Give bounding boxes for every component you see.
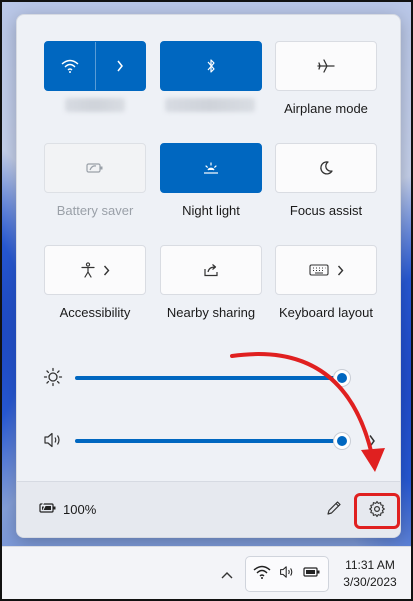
pencil-icon	[326, 500, 342, 521]
quick-settings-footer: 100%	[17, 481, 400, 537]
airplane-mode-label: Airplane mode	[284, 101, 368, 116]
clock-date: 3/30/2023	[343, 575, 397, 589]
wifi-icon	[253, 565, 271, 584]
keyboard-layout-label: Keyboard layout	[279, 305, 373, 320]
brightness-icon	[43, 367, 63, 392]
brightness-slider-track[interactable]	[75, 376, 343, 380]
nearby-sharing-label: Nearby sharing	[166, 305, 256, 320]
bluetooth-icon	[206, 58, 216, 74]
battery-saver-icon	[86, 162, 104, 174]
taskbar: 11:31 AM 3/30/2023	[0, 546, 413, 601]
audio-output-chevron-icon[interactable]	[368, 434, 376, 453]
clock-time: 11:31 AM	[345, 558, 395, 572]
wifi-toggle[interactable]	[45, 42, 95, 90]
edit-quick-settings-button[interactable]	[323, 499, 345, 521]
chevron-right-icon	[337, 265, 344, 276]
share-icon	[203, 263, 219, 277]
brightness-slider-thumb[interactable]	[333, 369, 351, 387]
focus-assist-label: Focus assist	[289, 203, 363, 218]
system-tray-quick-settings-button[interactable]	[245, 556, 329, 592]
night-light-icon	[202, 160, 220, 176]
wifi-label	[65, 98, 125, 112]
battery-status[interactable]: 100%	[39, 501, 97, 517]
quick-settings-panel: Airplane mode Battery saver Night light …	[16, 14, 401, 538]
wifi-networks-button[interactable]	[95, 42, 145, 90]
battery-saver-tile[interactable]	[44, 143, 146, 193]
chevron-right-icon	[116, 60, 124, 72]
quick-settings-tiles: Airplane mode Battery saver Night light …	[17, 15, 400, 481]
volume-slider-track[interactable]	[75, 439, 343, 443]
airplane-icon	[317, 59, 335, 73]
moon-icon	[318, 160, 334, 176]
wifi-icon	[61, 59, 79, 73]
bluetooth-tile[interactable]	[160, 41, 262, 91]
volume-slider-row	[43, 428, 383, 452]
night-light-label: Night light	[182, 203, 240, 218]
wifi-tile[interactable]	[44, 41, 146, 91]
accessibility-icon	[80, 262, 95, 278]
chevron-up-icon	[221, 566, 233, 583]
night-light-tile[interactable]	[160, 143, 262, 193]
show-hidden-icons-button[interactable]	[221, 566, 233, 584]
speaker-icon	[278, 564, 296, 585]
volume-slider-thumb[interactable]	[333, 432, 351, 450]
battery-charging-icon	[39, 501, 57, 517]
settings-button[interactable]	[354, 493, 400, 529]
battery-percent: 100%	[63, 502, 97, 517]
keyboard-layout-tile[interactable]	[275, 245, 377, 295]
chevron-right-icon	[103, 265, 110, 276]
speaker-icon	[43, 430, 63, 455]
nearby-sharing-tile[interactable]	[160, 245, 262, 295]
battery-saver-label: Battery saver	[56, 203, 134, 218]
bluetooth-label	[165, 98, 255, 112]
battery-icon	[303, 565, 321, 583]
focus-assist-tile[interactable]	[275, 143, 377, 193]
brightness-slider-row	[43, 365, 383, 389]
accessibility-tile[interactable]	[44, 245, 146, 295]
airplane-mode-tile[interactable]	[275, 41, 377, 91]
keyboard-icon	[308, 264, 329, 276]
accessibility-label: Accessibility	[59, 305, 131, 320]
taskbar-clock[interactable]: 11:31 AM 3/30/2023	[332, 557, 408, 591]
gear-icon	[368, 500, 386, 523]
